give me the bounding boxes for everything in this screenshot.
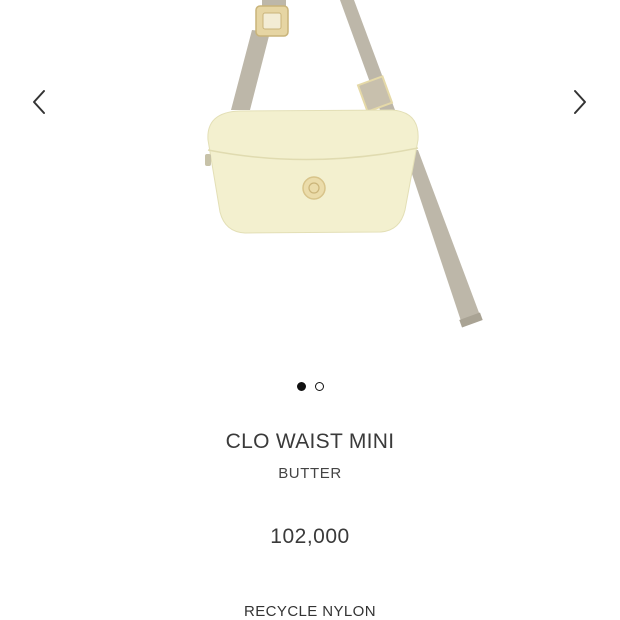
product-material: RECYCLE NYLON xyxy=(244,603,376,620)
product-color: BUTTER xyxy=(278,465,342,482)
bag-logo-patch xyxy=(302,176,326,200)
pagination-dot-2[interactable] xyxy=(314,382,324,391)
product-name: CLO WAIST MINI xyxy=(225,430,395,453)
previous-image-button[interactable] xyxy=(25,84,53,120)
product-detail-page: CLO WAIST MINI BUTTER 102,000 RECYCLE NY… xyxy=(0,0,620,620)
product-image xyxy=(205,0,483,328)
gallery-pagination xyxy=(0,382,620,391)
chevron-right-icon xyxy=(574,90,586,114)
chevron-left-icon xyxy=(33,90,45,114)
product-price: 102,000 xyxy=(270,525,350,548)
product-image-gallery[interactable] xyxy=(0,0,620,360)
pagination-dot-1[interactable] xyxy=(296,382,306,391)
bag-zipper-pull xyxy=(205,154,211,166)
bag-strap-hanging xyxy=(404,150,481,324)
next-image-button[interactable] xyxy=(566,84,594,120)
bag-body xyxy=(207,109,419,234)
bag-strap-upper-left xyxy=(231,30,270,110)
